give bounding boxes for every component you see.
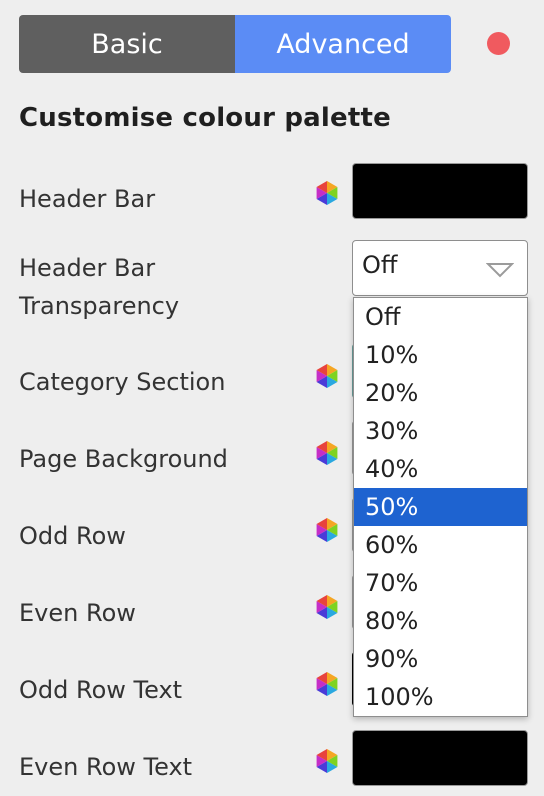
even-row-label: Even Row bbox=[19, 599, 136, 627]
transparency-option[interactable]: Off bbox=[354, 298, 527, 336]
header-bar-color-swatch[interactable] bbox=[352, 163, 528, 219]
color-hexagon-icon[interactable] bbox=[314, 180, 340, 206]
transparency-option[interactable]: 80% bbox=[354, 602, 527, 640]
transparency-option[interactable]: 60% bbox=[354, 526, 527, 564]
even-row-text-color-swatch[interactable] bbox=[352, 730, 528, 786]
color-hexagon-icon[interactable] bbox=[314, 748, 340, 774]
status-dot-icon bbox=[487, 32, 510, 55]
color-hexagon-icon[interactable] bbox=[314, 363, 340, 389]
transparency-option[interactable]: 10% bbox=[354, 336, 527, 374]
transparency-dropdown-list: Off 10% 20% 30% 40% 50% 60% 70% 80% 90% … bbox=[353, 297, 528, 717]
odd-row-text-label: Odd Row Text bbox=[19, 676, 183, 704]
transparency-option[interactable]: 90% bbox=[354, 640, 527, 678]
transparency-option-highlighted[interactable]: 50% bbox=[354, 488, 527, 526]
transparency-select-value: Off bbox=[362, 251, 398, 279]
page-title: Customise colour palette bbox=[19, 103, 391, 133]
tab-basic[interactable]: Basic bbox=[19, 15, 235, 73]
header-bar-transparency-label-line2: Transparency bbox=[19, 292, 180, 320]
transparency-option[interactable]: 70% bbox=[354, 564, 527, 602]
mode-tabs: Basic Advanced bbox=[19, 15, 451, 73]
category-section-label: Category Section bbox=[19, 368, 226, 396]
header-bar-transparency-label: Header Bar bbox=[19, 254, 156, 282]
tab-advanced[interactable]: Advanced bbox=[235, 15, 451, 73]
chevron-down-icon bbox=[486, 263, 514, 278]
page-background-label: Page Background bbox=[19, 445, 228, 473]
header-bar-label: Header Bar bbox=[19, 185, 156, 213]
transparency-option[interactable]: 100% bbox=[354, 678, 527, 716]
transparency-option[interactable]: 40% bbox=[354, 450, 527, 488]
transparency-select[interactable]: Off bbox=[352, 240, 528, 296]
transparency-option[interactable]: 30% bbox=[354, 412, 527, 450]
color-hexagon-icon[interactable] bbox=[314, 517, 340, 543]
color-hexagon-icon[interactable] bbox=[314, 440, 340, 466]
even-row-text-label: Even Row Text bbox=[19, 753, 193, 781]
transparency-option[interactable]: 20% bbox=[354, 374, 527, 412]
color-hexagon-icon[interactable] bbox=[314, 671, 340, 697]
odd-row-label: Odd Row bbox=[19, 522, 126, 550]
color-hexagon-icon[interactable] bbox=[314, 594, 340, 620]
